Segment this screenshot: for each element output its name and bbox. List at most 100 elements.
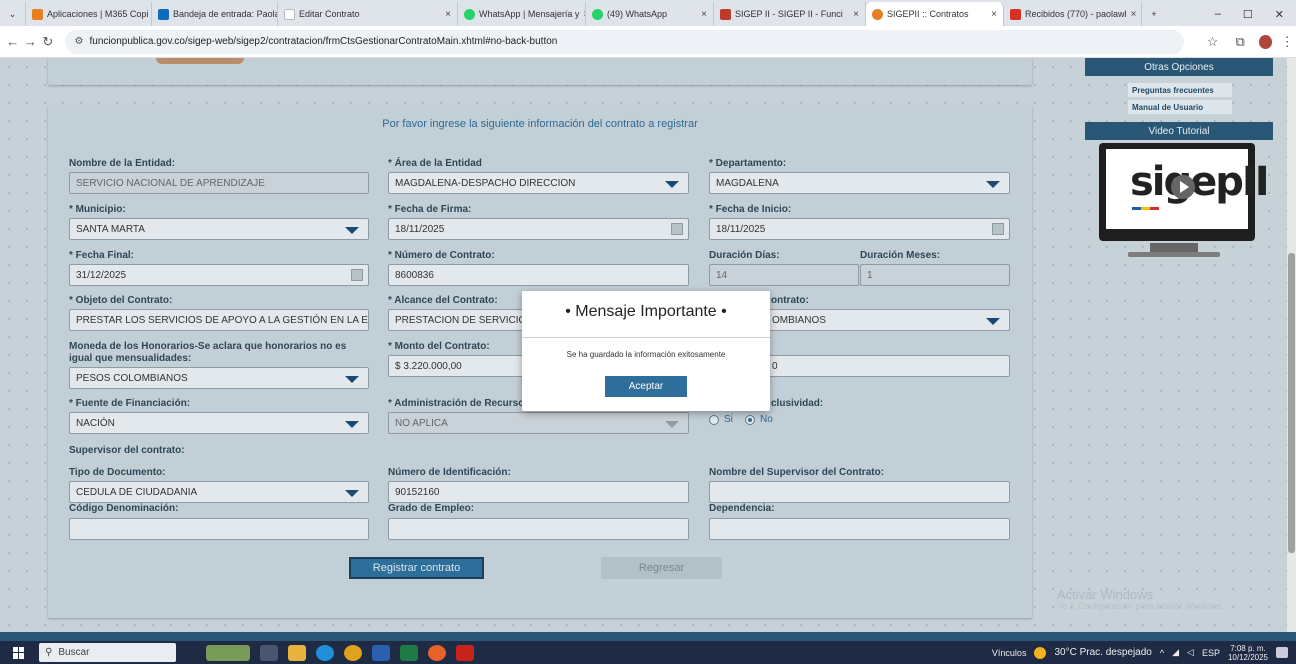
excel-icon[interactable] xyxy=(400,644,418,661)
dropdown-arrow-icon xyxy=(986,181,1000,188)
browser-tab-3[interactable]: WhatsApp | Mensajería y× xyxy=(458,2,586,26)
codigo-denominacion-field[interactable] xyxy=(69,518,369,540)
numero-contrato-field[interactable]: 8600836 xyxy=(388,264,689,286)
star-icon[interactable]: ☆ xyxy=(1204,34,1222,50)
moneda-honorarios-select[interactable]: PESOS COLOMBIANOS xyxy=(69,367,369,389)
notifications-icon[interactable] xyxy=(1276,647,1288,658)
network-icon[interactable]: ◢ xyxy=(1172,647,1179,658)
calendar-icon[interactable] xyxy=(992,223,1004,235)
reload-icon[interactable]: ↻ xyxy=(39,34,57,50)
weather-icon xyxy=(1034,646,1047,659)
grado-empleo-label: Grado de Empleo: xyxy=(388,503,475,514)
dropdown-arrow-icon xyxy=(665,181,679,188)
tab-favicon-icon xyxy=(32,8,43,20)
municipio-label: * Municipio: xyxy=(69,204,126,215)
windows-start-icon[interactable] xyxy=(13,646,25,659)
nombre-entidad-label: Nombre de la Entidad: xyxy=(69,158,176,169)
browser-tab-5[interactable]: SIGEP II - SIGEP II - Funci × xyxy=(714,2,866,26)
dropdown-arrow-icon xyxy=(345,490,359,497)
municipio-select[interactable]: SANTA MARTA xyxy=(69,218,369,240)
regresar-button[interactable]: Regresar xyxy=(601,557,722,579)
close-icon[interactable]: × xyxy=(987,9,997,20)
fecha-inicio-field[interactable]: 18/11/2025 xyxy=(709,218,1010,240)
language-indicator[interactable]: ESP xyxy=(1202,648,1220,658)
activation-watermark-title: Activar Windows xyxy=(1057,587,1154,602)
minimize-icon[interactable]: – xyxy=(1215,8,1221,20)
duracion-meses-label: Duración Meses: xyxy=(860,250,941,261)
dropdown-arrow-icon xyxy=(345,376,359,383)
browser-tab-6[interactable]: SIGEPII :: Contratos × xyxy=(866,2,1004,26)
preguntas-frecuentes-link[interactable]: Preguntas frecuentes xyxy=(1128,83,1232,97)
weather-widget-icon[interactable] xyxy=(206,644,250,661)
objeto-contrato-field[interactable]: PRESTAR LOS SERVICIOS DE APOYO A LA GEST… xyxy=(69,309,369,331)
browser-tab-7[interactable]: Recibidos (770) - paolawl × xyxy=(1004,2,1142,26)
extensions-icon[interactable]: ⧉ xyxy=(1231,34,1249,50)
volume-icon[interactable]: ◁ xyxy=(1187,647,1194,658)
moneda-honorarios-label: Moneda de los Honorarios-Se aclara que h… xyxy=(69,341,347,364)
page-scrollbar[interactable] xyxy=(1287,58,1296,632)
browser-tab-4[interactable]: (49) WhatsApp × xyxy=(586,2,714,26)
clock-time: 7:08 p. m. xyxy=(1230,643,1266,653)
tipo-documento-select[interactable]: CEDULA DE CIUDADANIA xyxy=(69,481,369,503)
play-icon[interactable] xyxy=(1171,175,1195,199)
browser-tab-1[interactable]: Bandeja de entrada: Paola× xyxy=(152,2,278,26)
nombre-supervisor-field[interactable] xyxy=(709,481,1010,503)
close-icon[interactable]: × xyxy=(1127,9,1137,20)
taskbar-search[interactable]: ⚲ Buscar xyxy=(39,643,176,662)
profile-avatar[interactable] xyxy=(1258,34,1273,49)
departamento-select[interactable]: MAGDALENA xyxy=(709,172,1010,194)
menu-icon[interactable]: ⋮ xyxy=(1278,34,1296,50)
manual-usuario-link[interactable]: Manual de Usuario xyxy=(1128,100,1232,114)
browser-tab-2[interactable]: Editar Contrato × xyxy=(278,2,458,26)
forward-arrow-icon[interactable]: → xyxy=(22,34,40,49)
calendar-icon[interactable] xyxy=(351,269,363,281)
new-tab-button[interactable]: + xyxy=(1142,2,1166,26)
edge-icon[interactable] xyxy=(316,644,334,661)
area-entidad-select[interactable]: MAGDALENA-DESPACHO DIRECCION xyxy=(388,172,689,194)
browser-tab-0[interactable]: Aplicaciones | M365 Copi× xyxy=(26,2,152,26)
site-settings-icon[interactable]: ⚙ xyxy=(75,36,84,47)
tipo-documento-label: Tipo de Documento: xyxy=(69,467,166,478)
exclusividad-si-radio[interactable] xyxy=(709,415,719,425)
close-icon[interactable]: × xyxy=(849,9,859,20)
aceptar-button[interactable]: Aceptar xyxy=(605,376,687,397)
dialog-title: • Mensaje Importante • xyxy=(565,303,727,320)
dependencia-field[interactable] xyxy=(709,518,1010,540)
close-icon[interactable]: × xyxy=(697,9,707,20)
exclusividad-no-radio[interactable] xyxy=(745,415,755,425)
tab-list-button[interactable]: ⌄ xyxy=(0,2,26,26)
registrar-contrato-button[interactable]: Registrar contrato xyxy=(349,557,484,579)
grado-empleo-field[interactable] xyxy=(388,518,689,540)
firefox-icon[interactable] xyxy=(428,644,446,661)
calendar-icon[interactable] xyxy=(671,223,683,235)
tab-favicon-icon xyxy=(464,8,475,20)
dependencia-label: Dependencia: xyxy=(709,503,775,514)
video-tutorial-player[interactable]: sigepII xyxy=(1099,143,1270,241)
back-arrow-icon[interactable]: ← xyxy=(4,34,22,49)
url-field[interactable]: ⚙ funcionpublica.gov.co/sigep-web/sigep2… xyxy=(64,29,1184,54)
chrome-icon[interactable] xyxy=(344,644,362,661)
chevron-up-icon[interactable]: ^ xyxy=(1160,648,1164,658)
tab-favicon-icon xyxy=(284,8,295,20)
maximize-icon[interactable]: ☐ xyxy=(1243,8,1253,21)
vinculos-toolbar[interactable]: Vínculos xyxy=(992,648,1027,658)
close-icon[interactable]: × xyxy=(441,9,451,20)
clock[interactable]: 7:08 p. m. 10/12/2025 xyxy=(1228,644,1268,662)
word-icon[interactable] xyxy=(372,644,390,661)
close-window-icon[interactable]: ✕ xyxy=(1275,8,1284,21)
fecha-firma-field[interactable]: 18/11/2025 xyxy=(388,218,689,240)
exclusividad-label: clusividad: xyxy=(771,398,824,409)
chevron-down-icon: ⌄ xyxy=(8,8,17,19)
exclusividad-si-text: Si xyxy=(724,414,733,425)
close-icon[interactable]: × xyxy=(579,9,585,20)
exclusividad-no-text: No xyxy=(760,414,773,425)
file-explorer-icon[interactable] xyxy=(288,644,306,661)
weather-text[interactable]: 30°C Prac. despejado xyxy=(1054,647,1151,658)
fecha-final-field[interactable]: 31/12/2025 xyxy=(69,264,369,286)
numero-identificacion-field[interactable]: 90152160 xyxy=(388,481,689,503)
acrobat-icon[interactable] xyxy=(456,644,474,661)
scrollbar-thumb[interactable] xyxy=(1288,253,1295,553)
fuente-financiacion-select[interactable]: NACIÓN xyxy=(69,412,369,434)
form-title: Por favor ingrese la siguiente informaci… xyxy=(382,118,698,130)
task-view-icon[interactable] xyxy=(260,644,278,661)
